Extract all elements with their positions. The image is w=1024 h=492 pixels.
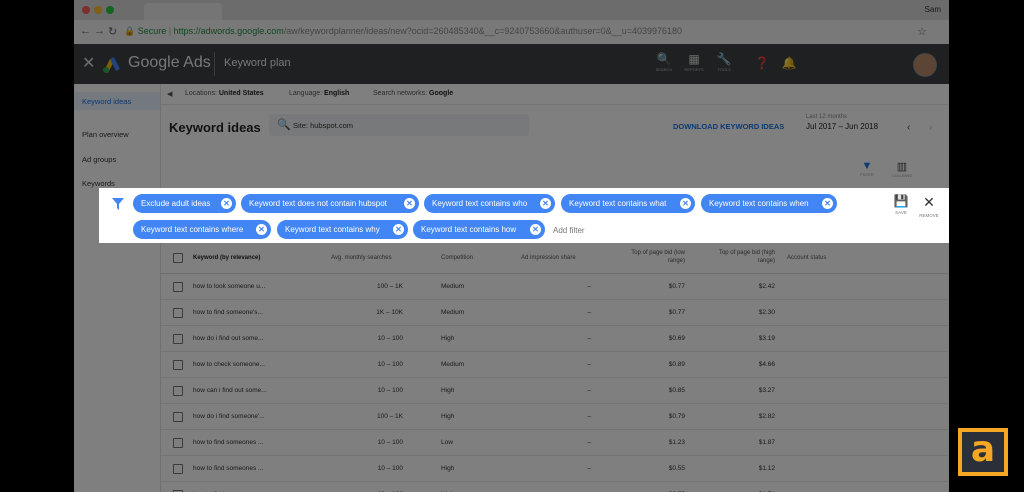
filter-chip[interactable]: Keyword text contains how ✕: [413, 220, 545, 239]
watermark-logo-inner: a: [962, 432, 1004, 472]
filter-funnel-icon: [112, 198, 124, 210]
filter-chip[interactable]: Keyword text contains why ✕: [277, 220, 408, 239]
chip-remove-icon[interactable]: ✕: [540, 198, 551, 209]
filter-chip-label: Keyword text contains how: [421, 225, 517, 234]
filter-chip-label: Keyword text does not contain hubspot: [249, 199, 387, 208]
filter-chip[interactable]: Keyword text contains what ✕: [561, 194, 695, 213]
watermark-logo-icon: a: [958, 428, 1008, 476]
remove-icon[interactable]: ✕ REMOVE: [916, 194, 942, 218]
watermark-letter: a: [970, 429, 996, 470]
browser-window: Sam ← → ↻ 🔒 Secure | https://adwords.goo…: [74, 0, 949, 492]
filter-chip-label: Keyword text contains where: [141, 225, 244, 234]
save-label: SAVE: [895, 210, 907, 215]
filter-chip[interactable]: Keyword text does not contain hubspot ✕: [241, 194, 419, 213]
filter-panel: Exclude adult ideas ✕ Keyword text does n…: [99, 188, 949, 243]
chip-remove-icon[interactable]: ✕: [221, 198, 232, 209]
dim-overlay: [74, 0, 949, 492]
filter-chip-label: Keyword text contains why: [285, 225, 380, 234]
filter-chip[interactable]: Keyword text contains who ✕: [424, 194, 555, 213]
chip-remove-icon[interactable]: ✕: [393, 224, 404, 235]
remove-label: REMOVE: [919, 213, 939, 218]
filter-chip-label: Keyword text contains what: [569, 199, 667, 208]
filter-chip-label: Exclude adult ideas: [141, 199, 211, 208]
chip-remove-icon[interactable]: ✕: [404, 198, 415, 209]
filter-chip-label: Keyword text contains who: [432, 199, 528, 208]
save-icon[interactable]: 💾 SAVE: [888, 194, 914, 215]
chip-remove-icon[interactable]: ✕: [530, 224, 541, 235]
chip-remove-icon[interactable]: ✕: [256, 224, 267, 235]
filter-chip-label: Keyword text contains when: [709, 199, 809, 208]
chip-remove-icon[interactable]: ✕: [822, 198, 833, 209]
filter-chip[interactable]: Keyword text contains when ✕: [701, 194, 837, 213]
add-filter-button[interactable]: Add filter: [553, 226, 585, 235]
filter-chip[interactable]: Exclude adult ideas ✕: [133, 194, 236, 213]
chip-remove-icon[interactable]: ✕: [680, 198, 691, 209]
filter-chip[interactable]: Keyword text contains where ✕: [133, 220, 271, 239]
